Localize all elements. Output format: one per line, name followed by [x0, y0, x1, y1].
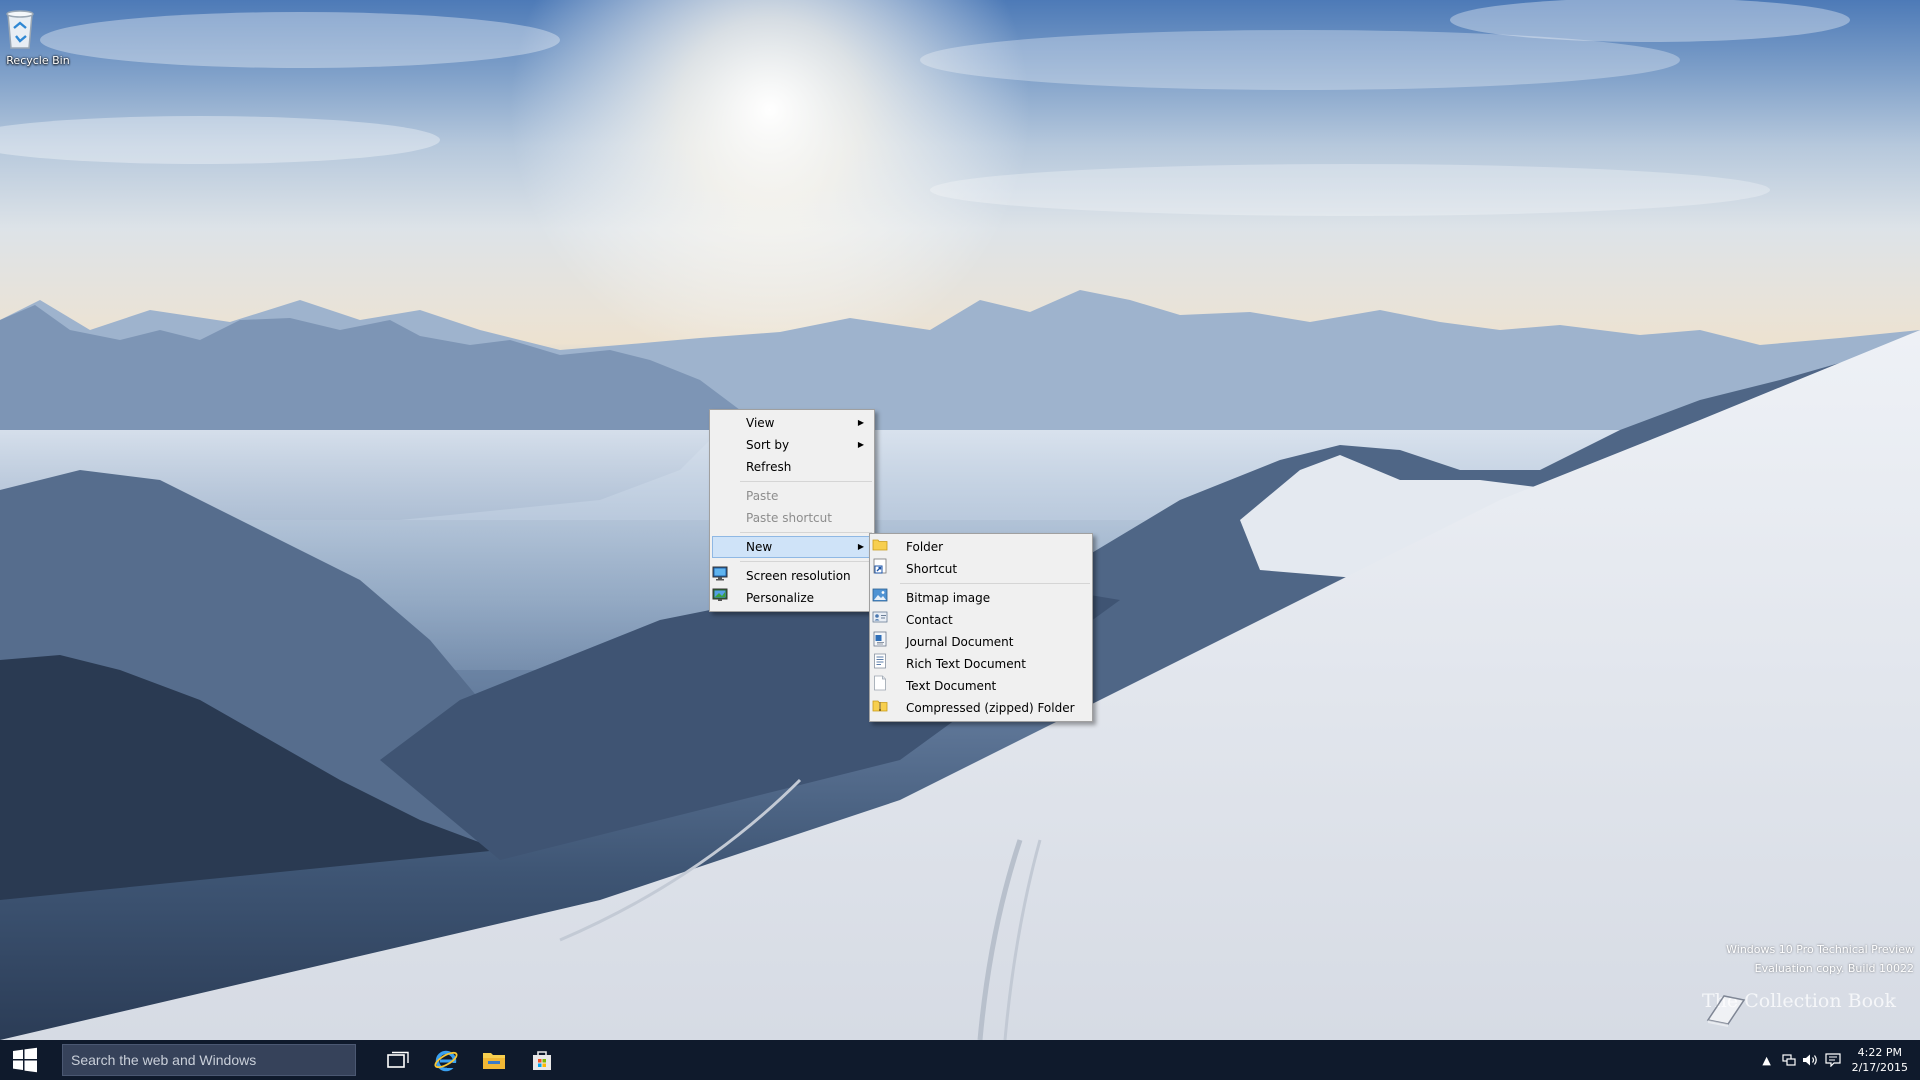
menu-item-label: Sort by — [746, 438, 790, 452]
menu-item-label: Contact — [906, 613, 953, 627]
site-watermark: The Collection Book — [1702, 990, 1896, 1027]
submenu-arrow-icon: ▶ — [857, 418, 864, 427]
recycle-bin-label: Recycle Bin — [6, 54, 70, 67]
search-placeholder: Search the web and Windows — [71, 1052, 257, 1068]
wallpaper — [0, 0, 1920, 1040]
network-button[interactable] — [1778, 1040, 1800, 1080]
chevron-up-icon: ▲ — [1762, 1053, 1771, 1067]
show-hidden-icons-button[interactable]: ▲ — [1756, 1040, 1778, 1080]
personalize-icon — [712, 588, 728, 601]
network-icon — [1781, 1054, 1796, 1066]
menu-item-label: Bitmap image — [906, 591, 991, 605]
display-settings-icon — [712, 566, 728, 581]
menu-separator — [740, 532, 872, 533]
new-item-folder[interactable]: Folder — [872, 536, 1090, 558]
watermark-build: Evaluation copy. Build 10022 — [1754, 962, 1914, 975]
start-button[interactable] — [0, 1040, 50, 1080]
new-item-rich-text-document[interactable]: Rich Text Document — [872, 653, 1090, 675]
menu-item-personalize[interactable]: Personalize — [712, 587, 872, 609]
internet-explorer-button[interactable] — [422, 1040, 470, 1080]
folder-icon — [872, 539, 888, 551]
new-item-compressed-folder[interactable]: Compressed (zipped) Folder — [872, 697, 1090, 719]
new-submenu: Folder Shortcut Bitmap image Contact Jou… — [869, 533, 1093, 722]
file-explorer-icon — [483, 1053, 505, 1069]
build-watermark: Windows 10 Pro Technical Preview Evaluat… — [1726, 940, 1914, 978]
menu-item-label: Journal Document — [906, 635, 1014, 649]
zip-folder-icon — [872, 700, 888, 712]
menu-item-label: Paste — [746, 489, 779, 503]
text-document-icon — [874, 675, 886, 691]
menu-item-label: Folder — [906, 540, 944, 554]
menu-item-sort-by[interactable]: Sort by ▶ — [712, 434, 872, 456]
desktop[interactable]: Recycle Bin View ▶ Sort by ▶ Refresh Pas… — [0, 0, 1920, 1040]
action-center-button[interactable] — [1822, 1040, 1844, 1080]
shortcut-icon — [873, 558, 887, 574]
task-view-icon — [387, 1051, 409, 1068]
submenu-arrow-icon: ▶ — [857, 542, 864, 551]
internet-explorer-icon — [434, 1050, 458, 1072]
journal-icon — [873, 631, 887, 647]
menu-item-label: Paste shortcut — [746, 511, 832, 525]
watermark-edition: Windows 10 Pro Technical Preview — [1726, 943, 1914, 956]
recycle-bin-icon — [6, 6, 58, 52]
menu-item-label: Rich Text Document — [906, 657, 1026, 671]
windows-logo-icon — [13, 1047, 37, 1073]
menu-item-new[interactable]: New ▶ — [712, 536, 872, 558]
desktop-context-menu: View ▶ Sort by ▶ Refresh Paste Paste sho… — [709, 409, 875, 612]
system-tray: ▲ 4:22 PM 2/17/2015 — [1756, 1040, 1920, 1080]
task-view-button[interactable] — [374, 1040, 422, 1080]
menu-item-paste-shortcut[interactable]: Paste shortcut — [712, 507, 872, 529]
clock-date: 2/17/2015 — [1851, 1061, 1908, 1074]
menu-item-screen-resolution[interactable]: Screen resolution — [712, 565, 872, 587]
volume-icon — [1802, 1054, 1817, 1066]
menu-item-view[interactable]: View ▶ — [712, 412, 872, 434]
submenu-arrow-icon: ▶ — [857, 440, 864, 449]
clock-time: 4:22 PM — [1857, 1046, 1902, 1059]
menu-item-label: Shortcut — [906, 562, 958, 576]
new-item-bitmap-image[interactable]: Bitmap image — [872, 587, 1090, 609]
menu-item-label: Compressed (zipped) Folder — [906, 701, 1075, 715]
menu-separator — [740, 481, 872, 482]
volume-button[interactable] — [1800, 1040, 1822, 1080]
menu-item-label: Personalize — [746, 591, 815, 605]
menu-item-paste[interactable]: Paste — [712, 485, 872, 507]
menu-item-label: New — [746, 540, 773, 554]
menu-separator — [740, 561, 872, 562]
contact-icon — [872, 611, 888, 623]
taskbar: Search the web and Windows ▲ 4:22 PM 2/1… — [0, 1040, 1920, 1080]
file-explorer-button[interactable] — [470, 1040, 518, 1080]
action-center-icon — [1824, 1053, 1841, 1067]
menu-item-label: View — [746, 416, 775, 430]
clock[interactable]: 4:22 PM 2/17/2015 — [1852, 1045, 1908, 1075]
new-item-shortcut[interactable]: Shortcut — [872, 558, 1090, 580]
rich-text-icon — [874, 653, 886, 669]
new-item-journal-document[interactable]: Journal Document — [872, 631, 1090, 653]
menu-item-label: Refresh — [746, 460, 792, 474]
store-button[interactable] — [518, 1040, 566, 1080]
new-item-contact[interactable]: Contact — [872, 609, 1090, 631]
search-input[interactable]: Search the web and Windows — [62, 1044, 356, 1076]
bitmap-icon — [872, 588, 888, 602]
new-item-text-document[interactable]: Text Document — [872, 675, 1090, 697]
book-logo-icon — [1706, 995, 1746, 1027]
menu-separator — [900, 583, 1090, 584]
menu-item-label: Text Document — [906, 679, 997, 693]
store-icon — [533, 1051, 551, 1070]
recycle-bin[interactable]: Recycle Bin — [0, 6, 76, 67]
menu-item-label: Screen resolution — [746, 569, 851, 583]
menu-item-refresh[interactable]: Refresh — [712, 456, 872, 478]
